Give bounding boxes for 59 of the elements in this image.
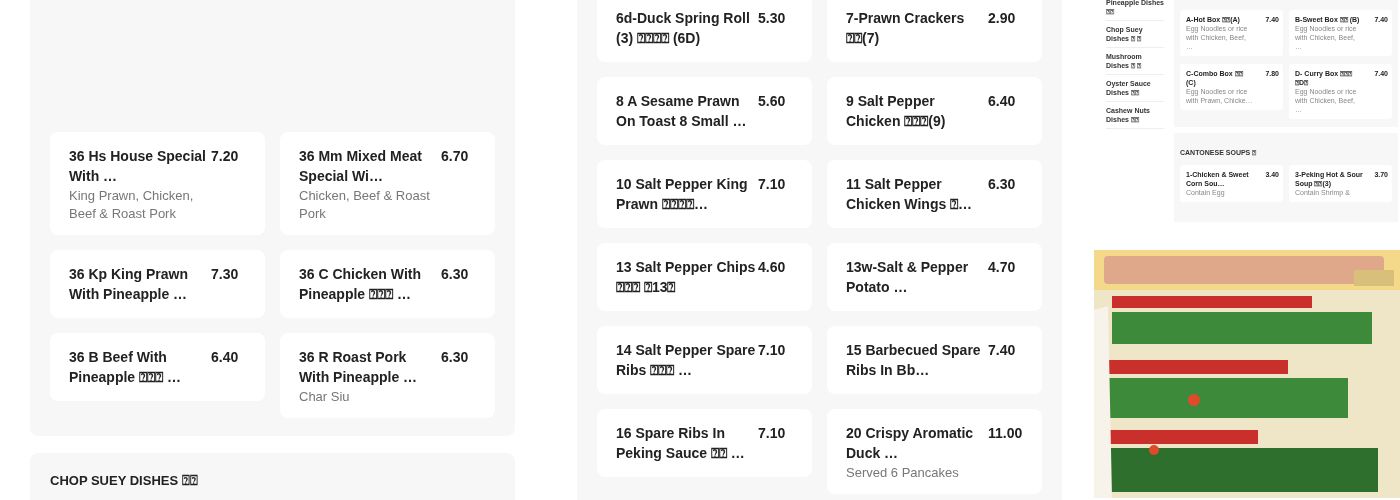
menu-item-card[interactable]: 13 Salt Pepper Chips ⍰⍰⍰ ⍰13⍰ 4.60 <box>597 243 812 311</box>
item-name: 16 Spare Ribs In Peking Sauce ⍰⍰ … <box>616 424 746 463</box>
menu-item-card[interactable]: 36 C Chicken With Pineapple ⍰⍰⍰ … 6.30 <box>280 250 495 318</box>
menu-item-card[interactable]: 36 Hs House Special With … King Prawn, Chicken, Beef & Roast Pork 7.20 <box>50 132 265 235</box>
menu-item-card[interactable]: 6d-Duck Spring Roll (3) ⍰⍰⍰⍰ (6D) 5.30 <box>597 0 812 62</box>
section-heading: CHOP SUEY DISHES ⍰⍰ <box>50 472 198 490</box>
item-price: 6.30 <box>441 265 470 284</box>
menu-item-card[interactable]: 15 Barbecued Spare Ribs In Bb… 7.40 <box>827 326 1042 394</box>
item-name: 7-Prawn Crackers ⍰⍰(7) <box>846 9 966 48</box>
menu-item-card[interactable]: 36 Mm Mixed Meat Special Wi… Chicken, Beef & Roast Pork 6.70 <box>280 132 495 235</box>
menu-item-card[interactable]: 36 Kp King Prawn With Pineapple … 7.30 <box>50 250 265 318</box>
item-name: 10 Salt Pepper King Prawn ⍰⍰⍰⍰… <box>616 175 749 214</box>
menu-item-card[interactable]: 36 R Roast Pork With Pineapple … Char Siu 6.30 <box>280 333 495 418</box>
item-price: 5.60 <box>758 92 787 111</box>
item-price: 6.40 <box>988 92 1017 111</box>
item-price: 11.00 <box>988 424 1024 443</box>
item-name: 9 Salt Pepper Chicken ⍰⍰⍰(9) <box>846 92 947 131</box>
item-name: 36 Mm Mixed Meat Special Wi… <box>299 147 423 186</box>
item-name: 6d-Duck Spring Roll (3) ⍰⍰⍰⍰ (6D) <box>616 9 751 48</box>
item-price: 2.90 <box>988 9 1017 28</box>
item-price: 6.30 <box>441 348 470 367</box>
item-description: Chicken, Beef & Roast Pork <box>299 187 431 223</box>
item-price: 7.10 <box>758 175 787 194</box>
item-name: 13w-Salt & Pepper Potato … <box>846 258 970 297</box>
item-price: 6.40 <box>211 348 240 367</box>
menu-item-card[interactable]: 9 Salt Pepper Chicken ⍰⍰⍰(9) 6.40 <box>827 77 1042 145</box>
item-name: 15 Barbecued Spare Ribs In Bb… <box>846 341 982 380</box>
menu-item-card[interactable]: 16 Spare Ribs In Peking Sauce ⍰⍰ … 7.10 <box>597 409 812 477</box>
menu-item-card[interactable]: 36 B Beef With Pineapple ⍰⍰⍰ … 6.40 <box>50 333 265 401</box>
menu-item-card[interactable]: 20 Crispy Aromatic Duck … Served 6 Pancakes 11.00 <box>827 409 1042 494</box>
item-name: 13 Salt Pepper Chips ⍰⍰⍰ ⍰13⍰ <box>616 258 756 297</box>
menu-item-card[interactable]: 7-Prawn Crackers ⍰⍰(7) 2.90 <box>827 0 1042 62</box>
item-name: 36 Kp King Prawn With Pineapple … <box>69 265 190 304</box>
item-description: Served 6 Pancakes <box>846 464 960 482</box>
item-name: 36 C Chicken With Pineapple ⍰⍰⍰ … <box>299 265 422 304</box>
menu-item-card[interactable]: 14 Salt Pepper Spare Ribs ⍰⍰⍰ … 7.10 <box>597 326 812 394</box>
item-name: 36 R Roast Pork With Pineapple … <box>299 348 419 387</box>
item-name: 8 A Sesame Prawn On Toast 8 Small … <box>616 92 748 131</box>
item-price: 5.30 <box>758 9 787 28</box>
menu-item-card[interactable]: 13w-Salt & Pepper Potato … 4.70 <box>827 243 1042 311</box>
item-price: 7.40 <box>988 341 1017 360</box>
item-price: 4.60 <box>758 258 787 277</box>
item-price: 4.70 <box>988 258 1017 277</box>
item-name: 20 Crispy Aromatic Duck … <box>846 424 975 463</box>
item-name: 11 Salt Pepper Chicken Wings ⍰… <box>846 175 974 214</box>
item-name: 14 Salt Pepper Spare Ribs ⍰⍰⍰ … <box>616 341 756 380</box>
menu-item-card[interactable]: 11 Salt Pepper Chicken Wings ⍰… 6.30 <box>827 160 1042 228</box>
item-name: 36 B Beef With Pineapple ⍰⍰⍰ … <box>69 348 182 387</box>
menu-item-card[interactable]: 10 Salt Pepper King Prawn ⍰⍰⍰⍰… 7.10 <box>597 160 812 228</box>
item-price: 7.10 <box>758 341 787 360</box>
item-description: King Prawn, Chicken, Beef & Roast Pork <box>69 187 195 223</box>
item-price: 6.30 <box>988 175 1017 194</box>
item-price: 7.30 <box>211 265 240 284</box>
menu-item-card[interactable]: 8 A Sesame Prawn On Toast 8 Small … 5.60 <box>597 77 812 145</box>
item-price: 7.10 <box>758 424 787 443</box>
item-name: 36 Hs House Special With … <box>69 147 207 186</box>
item-price: 7.20 <box>211 147 240 166</box>
item-description: Char Siu <box>299 388 351 406</box>
item-price: 6.70 <box>441 147 470 166</box>
